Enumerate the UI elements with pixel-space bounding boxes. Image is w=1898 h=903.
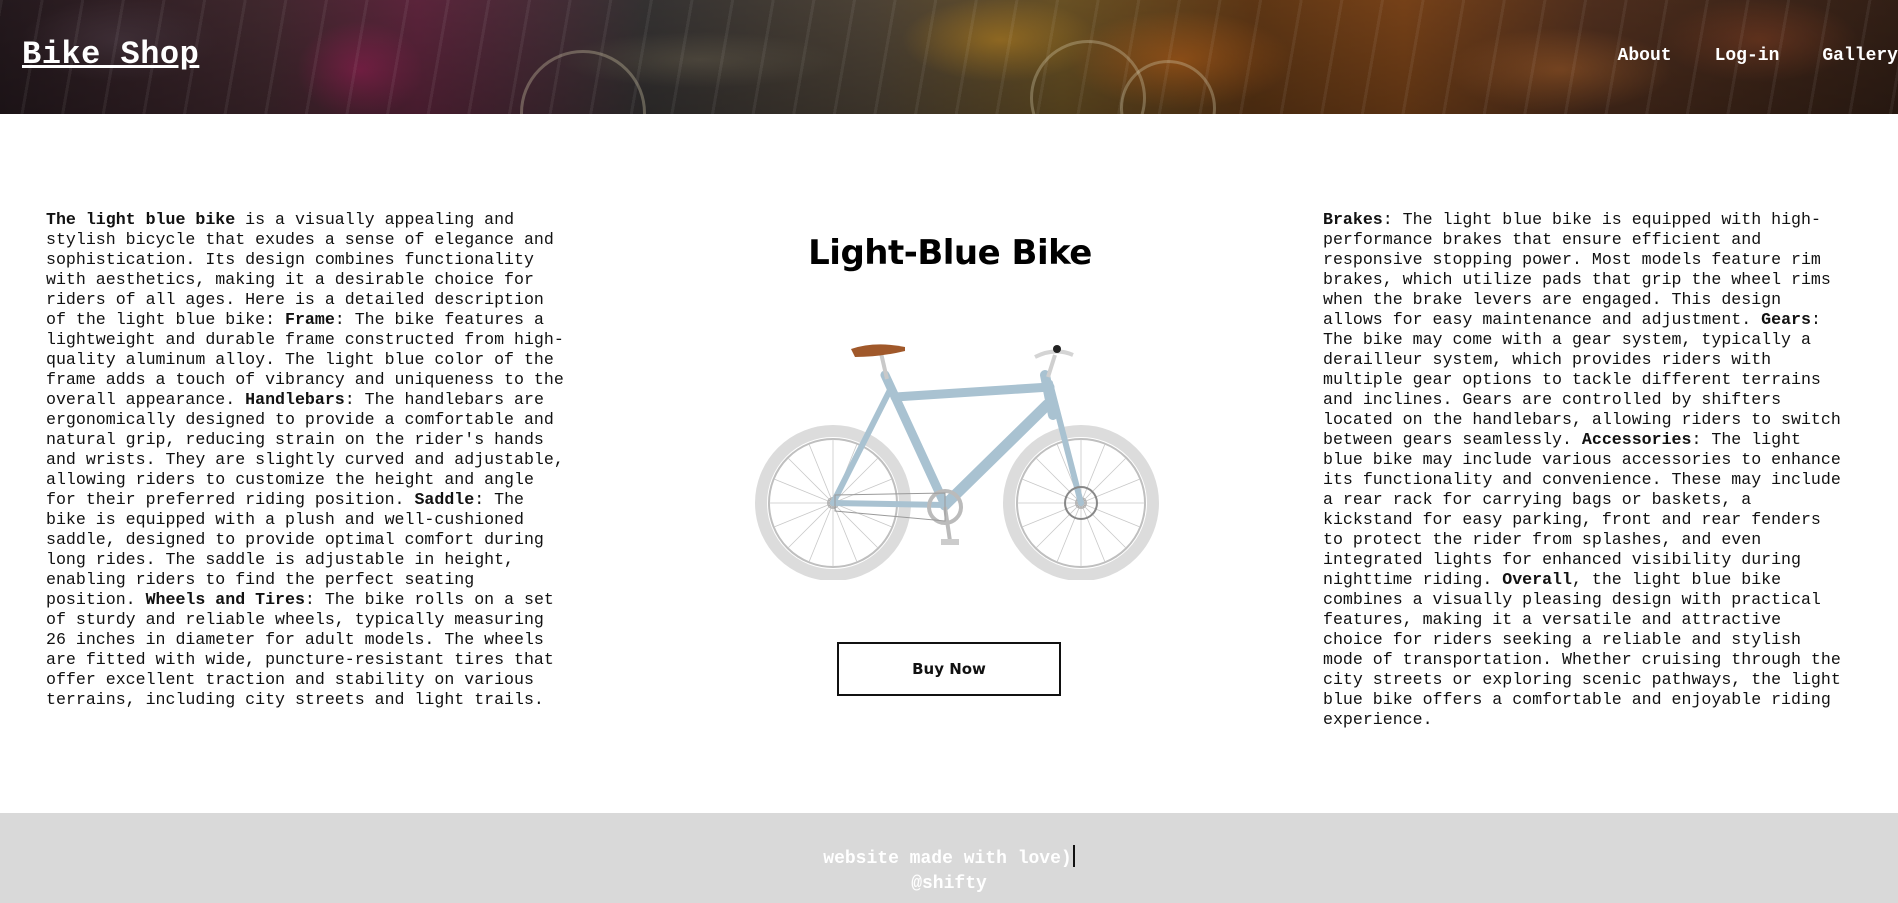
term-overall: Overall — [1502, 570, 1572, 589]
term-accessories: Accessories — [1581, 430, 1692, 449]
main-nav: About Log-in Gallery — [1618, 46, 1898, 66]
bike-image — [755, 344, 1159, 580]
term-brakes: Brakes — [1323, 210, 1383, 229]
product-title: Light-Blue Bike — [808, 233, 1092, 273]
term-gears: Gears — [1761, 310, 1811, 329]
saddle — [851, 344, 905, 357]
term-light-blue-bike: The light blue bike — [46, 210, 236, 229]
footer-message: website made with love) — [823, 849, 1072, 869]
term-frame: Frame — [285, 310, 335, 329]
nav-login[interactable]: Log-in — [1715, 46, 1780, 66]
text-cursor — [1072, 845, 1075, 867]
term-wheels-and-tires: Wheels and Tires — [145, 590, 305, 609]
footer-author: @shifty — [911, 874, 987, 894]
description-right: Brakes: The light blue bike is equipped … — [1323, 210, 1848, 730]
desc-gears: : The bike may come with a gear system, … — [1323, 310, 1841, 449]
desc-overall: , the light blue bike combines a visuall… — [1323, 570, 1841, 729]
description-left: The light blue bike is a visually appeal… — [46, 210, 571, 710]
footer-line-1: website made with love) — [0, 845, 1898, 872]
desc-accessories: : The light blue bike may include variou… — [1323, 430, 1841, 589]
desc-brakes: : The light blue bike is equipped with h… — [1323, 210, 1831, 329]
term-saddle: Saddle — [414, 490, 475, 509]
site-footer: website made with love) @shifty — [0, 813, 1898, 903]
nav-gallery[interactable]: Gallery — [1822, 46, 1898, 66]
header-wheel-shape — [520, 50, 646, 114]
term-handlebars: Handlebars — [245, 390, 345, 409]
nav-about[interactable]: About — [1618, 46, 1672, 66]
buy-now-button[interactable]: Buy Now — [837, 642, 1061, 696]
site-header: Bike Shop About Log-in Gallery — [0, 0, 1898, 114]
site-logo-link[interactable]: Bike Shop — [22, 36, 199, 73]
